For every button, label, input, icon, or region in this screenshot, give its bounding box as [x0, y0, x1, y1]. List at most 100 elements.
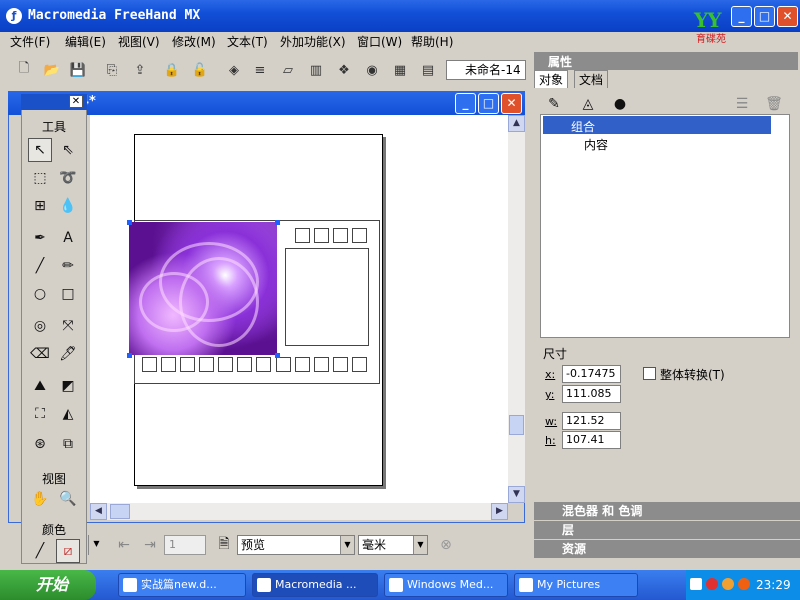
page-number-field[interactable]: 1 — [164, 535, 206, 555]
envelope-tool-icon[interactable]: ⤧ — [56, 314, 80, 338]
tray-fox-icon[interactable] — [722, 578, 734, 590]
tray-cat-icon[interactable] — [738, 578, 750, 590]
menu-edit[interactable]: 编辑(E) — [65, 33, 106, 50]
menu-modify[interactable]: 修改(M) — [172, 33, 216, 50]
page-tool-icon[interactable]: ⬚ — [28, 166, 52, 190]
next-page-icon[interactable]: ⇥ — [138, 533, 162, 557]
fill-color-icon[interactable]: ⧄ — [56, 539, 80, 563]
swatches-icon[interactable]: ◉ — [362, 60, 382, 80]
delete-icon[interactable]: 🗑 — [762, 92, 786, 116]
vertical-scroll-thumb[interactable] — [509, 415, 524, 435]
eyedropper-tool-icon[interactable]: 💧 — [56, 194, 80, 218]
menu-help[interactable]: 帮助(H) — [411, 33, 453, 50]
scale-tool-icon[interactable]: ⊞ — [28, 194, 52, 218]
selection-handle[interactable] — [275, 353, 280, 358]
pen-tool-icon[interactable]: ✒ — [28, 226, 52, 250]
selection-handle[interactable] — [127, 220, 132, 225]
pointer-tool-icon[interactable]: ↖ — [28, 138, 52, 162]
selection-handle[interactable] — [275, 220, 280, 225]
status-dropdown-icon[interactable]: ▼ — [88, 535, 104, 555]
scroll-left-icon[interactable]: ◀ — [90, 503, 107, 520]
view-mode-select[interactable]: 预览 ▼ — [237, 535, 355, 555]
symbols-icon[interactable]: ❖ — [334, 60, 354, 80]
chevron-down-icon[interactable]: ▼ — [413, 536, 427, 554]
eraser-tool-icon[interactable]: ⌫ — [28, 342, 52, 366]
maximize-button[interactable]: □ — [754, 6, 775, 27]
menu-text[interactable]: 文本(T) — [227, 33, 268, 50]
library-icon[interactable]: ▥ — [306, 60, 326, 80]
duplicate-icon[interactable]: ☰ — [730, 92, 754, 116]
effect-add-icon[interactable]: ● — [608, 92, 632, 116]
assets-panel-header[interactable]: 资源 — [534, 540, 800, 558]
tree-item-group[interactable]: 组合 — [571, 118, 595, 135]
subselect-tool-icon[interactable]: ⇖ — [56, 138, 80, 162]
group-icon[interactable]: ◈ — [224, 60, 244, 80]
tab-object[interactable]: 对象 — [534, 70, 569, 88]
freehand-app-icon[interactable]: ƒ — [6, 8, 22, 24]
fill-add-icon[interactable]: ◬ — [576, 92, 600, 116]
selection-handle[interactable] — [127, 353, 132, 358]
page-add-icon[interactable]: 🗎 — [212, 533, 236, 557]
menu-window[interactable]: 窗口(W) — [357, 33, 402, 50]
document-name-field[interactable]: 未命名-14 — [446, 60, 526, 80]
layers-panel-header[interactable]: 层 — [534, 521, 800, 539]
extrude-tool-icon[interactable]: ⛰ — [28, 374, 52, 398]
units-select[interactable]: 毫米 ▼ — [358, 535, 428, 555]
align-icon[interactable]: ≡ — [250, 60, 270, 80]
shadow-tool-icon[interactable]: ◩ — [56, 374, 80, 398]
hand-tool-icon[interactable]: ✋ — [28, 487, 52, 511]
properties-header[interactable] — [534, 52, 798, 70]
transform-as-unit-checkbox[interactable] — [643, 367, 656, 380]
knife-tool-icon[interactable]: 🖊 — [56, 342, 80, 366]
horizontal-scroll-thumb[interactable] — [110, 504, 130, 519]
tools-panel-close-icon[interactable]: ✕ — [69, 95, 83, 108]
x-field[interactable]: -0.17475 — [562, 365, 621, 383]
prev-page-icon[interactable]: ⇤ — [112, 533, 136, 557]
keyboard-icon[interactable] — [690, 578, 702, 590]
task-my-pictures[interactable]: My Pictures — [514, 573, 638, 597]
line-tool-icon[interactable]: ╱ — [28, 254, 52, 278]
mirror-tool-icon[interactable]: ◭ — [56, 402, 80, 426]
start-button[interactable]: 开始 — [0, 570, 96, 600]
task-media-player[interactable]: Windows Med... — [384, 573, 508, 597]
horizontal-scrollbar[interactable]: ◀ ▶ — [90, 503, 508, 520]
h-field[interactable]: 107.41 — [562, 431, 621, 449]
transform-icon[interactable]: ▱ — [278, 60, 298, 80]
doc-close-button[interactable]: ✕ — [501, 93, 522, 114]
task-word-doc[interactable]: 实战篇new.d... — [118, 573, 246, 597]
export-icon[interactable]: ⇪ — [130, 60, 150, 80]
menu-view[interactable]: 视图(V) — [118, 33, 160, 50]
new-file-icon[interactable]: 🗋 — [14, 60, 34, 80]
y-field[interactable]: 111.085 — [562, 385, 621, 403]
lasso-tool-icon[interactable]: ➰ — [56, 166, 80, 190]
stroke-color-icon[interactable]: ╱ — [28, 539, 52, 563]
chevron-down-icon[interactable]: ▼ — [340, 536, 354, 554]
selected-purple-image[interactable] — [129, 222, 277, 355]
minimize-button[interactable]: _ — [731, 6, 752, 27]
trace-tool-icon[interactable]: ⛶ — [28, 402, 52, 426]
cancel-icon[interactable]: ⊗ — [434, 533, 458, 557]
perspective-tool-icon[interactable]: ◎ — [28, 314, 52, 338]
zoom-tool-icon[interactable]: 🔍 — [56, 487, 80, 511]
stroke-add-icon[interactable]: ✎ — [542, 92, 566, 116]
lock-icon[interactable]: 🔒 — [162, 60, 182, 80]
unlock-icon[interactable]: 🔓 — [190, 60, 210, 80]
vertical-scrollbar[interactable]: ▲ ▼ — [508, 115, 525, 503]
menu-file[interactable]: 文件(F) — [10, 33, 50, 50]
import-icon[interactable]: ⎘ — [102, 60, 122, 80]
connector-tool-icon[interactable]: ⧉ — [56, 432, 80, 456]
doc-maximize-button[interactable]: □ — [478, 93, 499, 114]
ellipse-tool-icon[interactable]: ○ — [28, 282, 52, 306]
hyperlink-tool-icon[interactable]: ⊛ — [28, 432, 52, 456]
rectangle-tool-icon[interactable]: □ — [56, 282, 80, 306]
pencil-tool-icon[interactable]: ✏ — [56, 254, 80, 278]
scroll-down-icon[interactable]: ▼ — [508, 486, 525, 503]
tray-app-icon[interactable] — [706, 578, 718, 590]
mixer-panel-header[interactable]: 混色器 和 色调 — [534, 502, 800, 520]
scroll-up-icon[interactable]: ▲ — [508, 115, 525, 132]
open-folder-icon[interactable]: 📂 — [42, 60, 62, 80]
menu-xtras[interactable]: 外加功能(X) — [280, 33, 346, 50]
task-freehand[interactable]: Macromedia ... — [252, 573, 378, 597]
scroll-right-icon[interactable]: ▶ — [491, 503, 508, 520]
tree-item-content[interactable]: 内容 — [584, 136, 608, 153]
